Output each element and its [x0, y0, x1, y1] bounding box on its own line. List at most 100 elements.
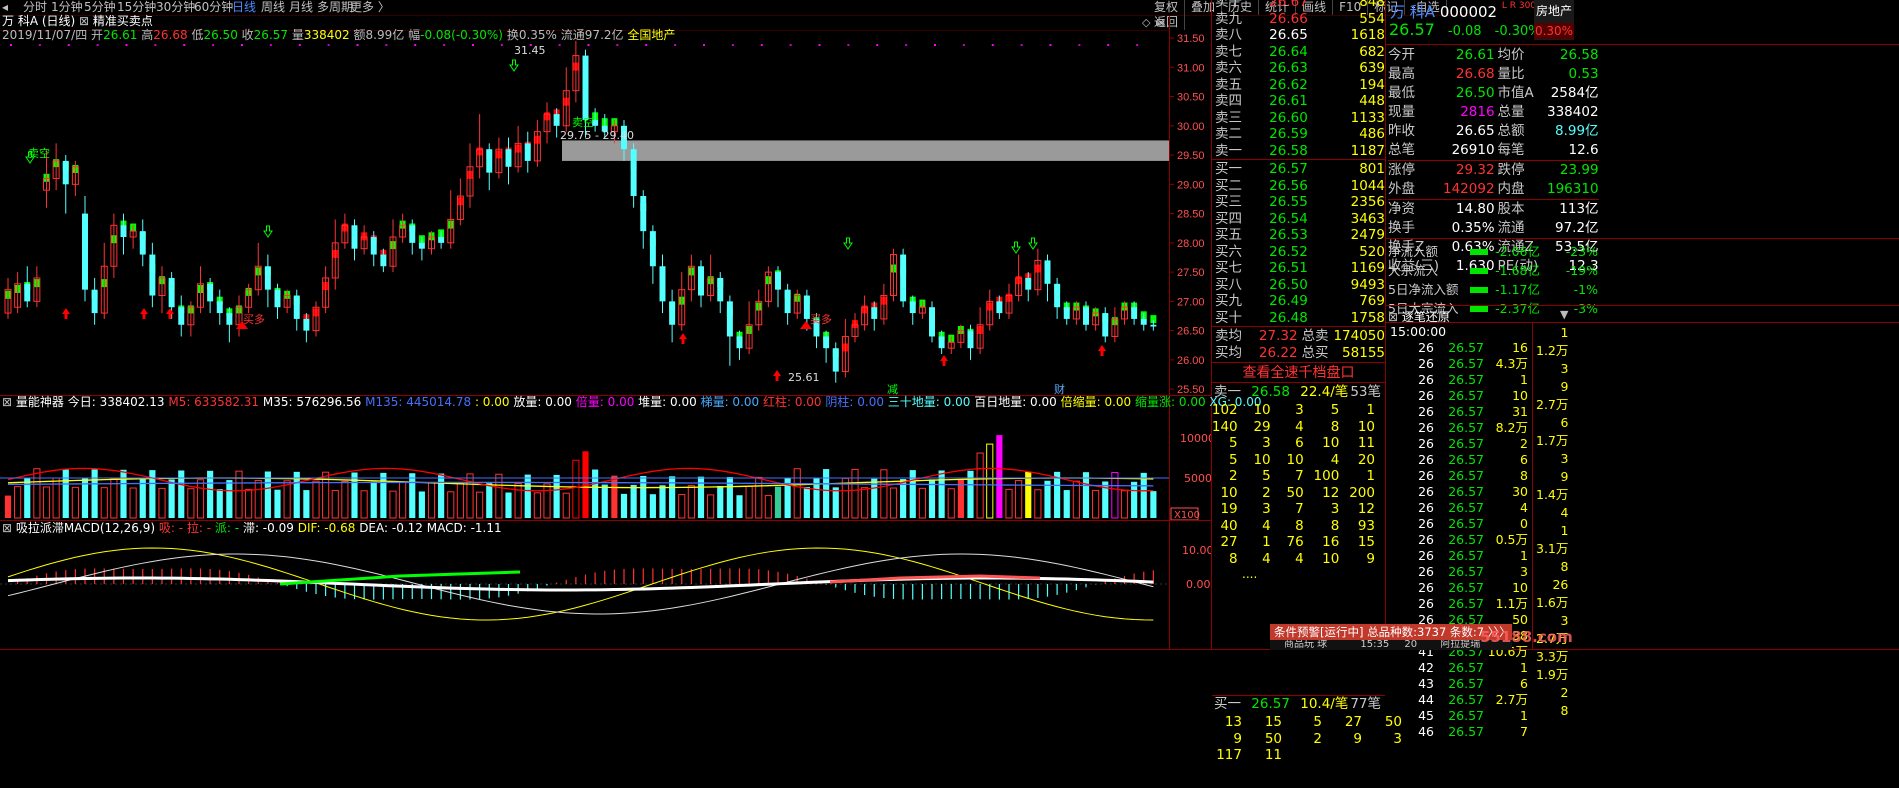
book-level-row[interactable]: 卖五 26.62 194 [1212, 77, 1385, 94]
book-level-row[interactable]: 买二 26.56 1044 [1212, 178, 1385, 195]
volume-bar [947, 488, 955, 519]
sell-arrow-icon [843, 237, 853, 250]
book-level-row[interactable]: 卖四 26.61 448 [1212, 93, 1385, 110]
book-level-row[interactable]: 卖二 26.59 486 [1212, 126, 1385, 143]
book-level-row[interactable]: 卖八 26.65 1618 [1212, 27, 1385, 44]
tick-volume: 4 [1520, 500, 1528, 515]
stat-label: 流通 [1497, 220, 1525, 236]
period-tab-more[interactable]: 更多 〉 [350, 0, 390, 15]
book-level-row[interactable]: 卖三 26.60 1133 [1212, 110, 1385, 127]
volume-bar [1063, 490, 1070, 518]
diamond-icon[interactable]: ◇ [1142, 16, 1150, 29]
candle-body-down [929, 307, 935, 337]
candlestick-chart[interactable]: 31.50 31.00 30.50 30.00 29.50 29.00 28.50 28.00… [0, 31, 1211, 395]
level-volume: 801 [1359, 161, 1385, 177]
tick-dropdown-icon[interactable]: ▼ [1560, 308, 1568, 321]
tick-price: 26.57 [1448, 500, 1484, 515]
period-tab-multi[interactable]: 多周期 [317, 0, 353, 15]
book-level-row[interactable]: 卖六 26.63 639 [1212, 60, 1385, 77]
volume-bar [486, 483, 493, 518]
book-level-row[interactable]: 卖十 26.67 848 [1212, 0, 1385, 11]
tick-volume: 6 [1520, 452, 1528, 467]
volume-bar [33, 468, 41, 519]
macd-xi: 吸: - [158, 521, 184, 535]
period-tab-monthly[interactable]: 月线 [289, 0, 313, 15]
book-level-row[interactable]: 买六 26.52 520 [1212, 244, 1385, 261]
tick-right-volume: 4 [1560, 505, 1569, 520]
book-level-row[interactable]: 买九 26.49 769 [1212, 293, 1385, 310]
tick-right-row: 2 [1536, 684, 1568, 702]
stat-row: 最低 26.50 市值A 2584亿 [1388, 84, 1599, 103]
volume-bar [909, 470, 916, 518]
buy1-price: 26.57 [1251, 696, 1290, 712]
period-tab-60min[interactable]: 60分钟 [194, 0, 233, 15]
level-volume: 2356 [1350, 194, 1385, 210]
volume-bar [158, 487, 166, 519]
book-level-row[interactable]: 卖七 26.64 682 [1212, 44, 1385, 61]
level-label: 卖五 [1215, 76, 1242, 93]
stat-label: 跌停 [1497, 162, 1525, 178]
macd-title[interactable]: 吸拉派滞MACD(12,26,9) [16, 521, 155, 535]
volume-bar [245, 488, 253, 519]
period-tab-5min[interactable]: 5分钟 [84, 0, 116, 15]
queue-row: 40 4 8 8 93 [1212, 518, 1375, 535]
book-level-row[interactable]: 买七 26.51 1169 [1212, 260, 1385, 277]
volume-chart[interactable]: 10000 5000 X100 [0, 410, 1211, 520]
tick-right-row: 1.7万 [1536, 432, 1568, 450]
book-level-row[interactable]: 买四 26.54 3463 [1212, 211, 1385, 228]
tick-price: 26.57 [1448, 692, 1484, 707]
condition-alert-bar[interactable]: 条件预警[运行中] 总品种数:3737 条数:7 〉〉〉 [1270, 624, 1512, 640]
close-chart-icon[interactable]: ⊠ [1156, 16, 1165, 29]
flow-row: 净流入额 -2.06亿 -23% [1388, 242, 1598, 261]
avg-buy-value: 26.22 [1258, 344, 1298, 361]
book-level-row[interactable]: 买一 26.57 801 [1212, 161, 1385, 178]
period-tab-15min[interactable]: 15分钟 [117, 0, 156, 15]
vol-beisuo: 倍缩量: 0.00 [1060, 395, 1132, 409]
indicator-name[interactable]: 精准买卖点 [93, 14, 153, 28]
volume-bar [351, 472, 358, 518]
tick-time: 26 [1418, 500, 1434, 515]
tick-row: 26 26.57 0 [1386, 516, 1528, 532]
period-tab-weekly[interactable]: 周线 [261, 0, 285, 15]
period-tab-minute[interactable]: 分时 [23, 0, 47, 15]
volume-bar [562, 492, 570, 519]
volume-bar [592, 469, 599, 518]
tick-list-right: 1 1.2万 3 9 2.7万 6 1.7万 3 9 1.4万 4 1 3.1万 8 26 1.6万 3 2.7万… [1536, 324, 1568, 720]
queue-row: 10 2 50 12 200 [1212, 485, 1375, 502]
vol-panel-title[interactable]: 量能神器 [16, 395, 64, 409]
period-tab-30min[interactable]: 30分钟 [156, 0, 195, 15]
sell-arrow-icon [1011, 241, 1021, 254]
queue-cell: 11 [1357, 435, 1375, 451]
sector-badge[interactable]: 房地产 0.30% [1534, 0, 1574, 40]
period-tab-daily[interactable]: 日线 [232, 0, 256, 15]
queue-row: 117 11 [1202, 747, 1402, 764]
level-price: 26.52 [1269, 243, 1308, 260]
view-full-depth-link[interactable]: 查看全速千档盘口 [1212, 364, 1385, 382]
period-tab-1min[interactable]: 1分钟 [51, 0, 83, 15]
macd-chart[interactable]: 10.00 0.00 [0, 536, 1211, 648]
indicator-close-icon[interactable]: ⊠ [79, 14, 89, 28]
stat-value: 0.53 [1568, 66, 1599, 82]
tick-price: 26.57 [1448, 548, 1484, 563]
book-level-row[interactable]: 买八 26.50 9493 [1212, 277, 1385, 294]
book-level-row[interactable]: 买五 26.53 2479 [1212, 227, 1385, 244]
tick-volume: 10 [1512, 388, 1528, 403]
alert-row[interactable]: 商品玩 球 15:35 20 阿拉提瑞 [1270, 640, 1512, 650]
stat-value: 26910 [1451, 142, 1495, 158]
tool-back[interactable]: 返回 [1148, 15, 1186, 30]
tick-price: 26.57 [1448, 388, 1484, 403]
book-level-row[interactable]: 买三 26.55 2356 [1212, 194, 1385, 211]
book-level-row[interactable]: 买十 26.48 1758 [1212, 310, 1385, 327]
expand-icon[interactable]: ◂ [2, 0, 8, 15]
book-level-row[interactable]: 卖一 26.58 1187 [1212, 143, 1385, 160]
total-buy-label: 总买 [1301, 344, 1329, 361]
tool-adjust[interactable]: 复权 [1148, 0, 1186, 15]
volume-bar [996, 435, 1003, 518]
vol-bairidi: 百日地量: 0.00 [974, 395, 1057, 409]
macd-close-icon[interactable]: ⊠ [2, 521, 12, 535]
candle-body-down [303, 318, 310, 331]
vol-close-icon[interactable]: ⊠ [2, 395, 12, 409]
book-level-row[interactable]: 卖九 26.66 554 [1212, 11, 1385, 28]
volume-bar [861, 487, 869, 519]
tick-volume: 10 [1512, 580, 1528, 595]
